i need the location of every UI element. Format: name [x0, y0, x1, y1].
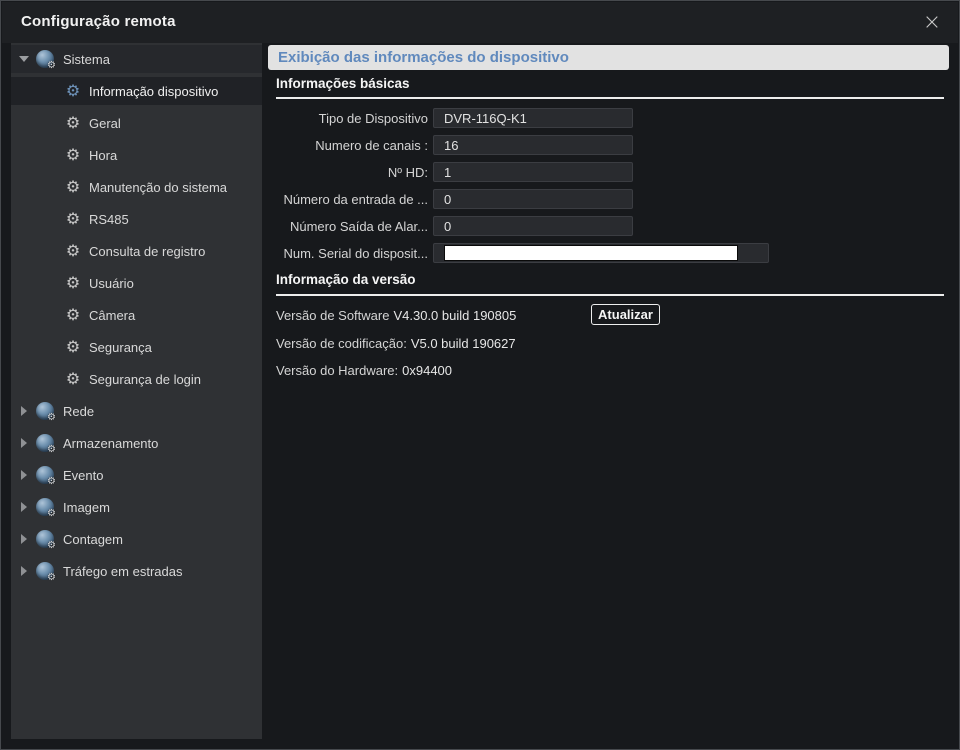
- category-globe-gear-icon: ⚙: [36, 434, 54, 452]
- section-divider: [276, 294, 944, 296]
- version-label: Versão do Hardware:: [276, 363, 398, 378]
- sidebar-item-rede[interactable]: ⚙ Rede: [11, 397, 262, 425]
- sidebar-item-imagem[interactable]: ⚙ Imagem: [11, 493, 262, 521]
- sidebar-item-label: Rede: [63, 404, 94, 419]
- version-label: Versão de codificação:: [276, 336, 407, 351]
- field-device-type: Tipo de Dispositivo DVR-116Q-K1: [276, 108, 949, 128]
- sidebar-item-label: Contagem: [63, 532, 123, 547]
- sidebar-item-hora[interactable]: ⚙ Hora: [11, 141, 262, 169]
- close-icon[interactable]: ×: [918, 7, 946, 37]
- category-globe-gear-icon: ⚙: [36, 402, 54, 420]
- gear-icon: ⚙: [63, 83, 83, 99]
- sidebar-item-seguranca-login[interactable]: ⚙ Segurança de login: [11, 365, 262, 393]
- sidebar-item-label: Sistema: [63, 52, 110, 67]
- chevron-right-icon[interactable]: [21, 502, 27, 512]
- sidebar-item-label: Imagem: [63, 500, 110, 515]
- title-bar: Configuração remota ×: [2, 2, 958, 43]
- category-globe-gear-icon: ⚙: [36, 50, 54, 68]
- field-label: Num. Serial do disposit...: [276, 246, 428, 261]
- sidebar-item-label: Evento: [63, 468, 103, 483]
- sidebar-item-label: Usuário: [89, 276, 134, 291]
- version-label: Versão de Software: [276, 308, 389, 323]
- sidebar-item-trafego-estradas[interactable]: ⚙ Tráfego em estradas: [11, 557, 262, 585]
- row-software-version: Versão de Software V4.30.0 build 190805 …: [276, 305, 949, 325]
- sidebar-item-contagem[interactable]: ⚙ Contagem: [11, 525, 262, 553]
- sidebar-item-consulta-registro[interactable]: ⚙ Consulta de registro: [11, 237, 262, 265]
- encoding-version-value: V5.0 build 190627: [411, 336, 516, 351]
- field-label: Numero de canais :: [276, 138, 428, 153]
- alarm-input-count-field: 0: [433, 189, 633, 209]
- field-alarm-output-count: Número Saída de Alar... 0: [276, 216, 949, 236]
- sidebar-item-label: Segurança de login: [89, 372, 201, 387]
- sidebar-item-seguranca[interactable]: ⚙ Segurança: [11, 333, 262, 361]
- sidebar-item-rs485[interactable]: ⚙ RS485: [11, 205, 262, 233]
- chevron-right-icon[interactable]: [21, 438, 27, 448]
- field-channel-count: Numero de canais : 16: [276, 135, 949, 155]
- sidebar-item-manutencao[interactable]: ⚙ Manutenção do sistema: [11, 173, 262, 201]
- gear-icon: ⚙: [63, 179, 83, 195]
- sidebar-item-armazenamento[interactable]: ⚙ Armazenamento: [11, 429, 262, 457]
- gear-icon: ⚙: [63, 371, 83, 387]
- category-globe-gear-icon: ⚙: [36, 498, 54, 516]
- sidebar-item-label: Consulta de registro: [89, 244, 205, 259]
- sidebar-item-label: Tráfego em estradas: [63, 564, 182, 579]
- sidebar-item-label: Armazenamento: [63, 436, 158, 451]
- software-version-value: V4.30.0 build 190805: [393, 308, 516, 323]
- sidebar-item-label: Segurança: [89, 340, 152, 355]
- serial-redaction-box: [444, 245, 738, 261]
- field-label: Nº HD:: [276, 165, 428, 180]
- sidebar-item-informacao-dispositivo[interactable]: ⚙ Informação dispositivo: [11, 77, 262, 105]
- gear-icon: ⚙: [63, 243, 83, 259]
- window-title: Configuração remota: [21, 13, 176, 30]
- gear-icon: ⚙: [63, 339, 83, 355]
- category-globe-gear-icon: ⚙: [36, 466, 54, 484]
- device-info-panel: Exibição das informações do dispositivo …: [268, 43, 949, 739]
- section-title-version-info: Informação da versão: [276, 272, 416, 287]
- gear-icon: ⚙: [63, 211, 83, 227]
- alarm-output-count-field: 0: [433, 216, 633, 236]
- sidebar-item-label: Informação dispositivo: [89, 84, 218, 99]
- row-hardware-version: Versão do Hardware: 0x94400: [276, 360, 949, 380]
- field-serial-number: Num. Serial do disposit...: [276, 243, 949, 263]
- field-alarm-input-count: Número da entrada de ... 0: [276, 189, 949, 209]
- sidebar-item-geral[interactable]: ⚙ Geral: [11, 109, 262, 137]
- device-type-field: DVR-116Q-K1: [433, 108, 633, 128]
- chevron-right-icon[interactable]: [21, 534, 27, 544]
- row-encoding-version: Versão de codificação: V5.0 build 190627: [276, 333, 949, 353]
- section-divider: [276, 97, 944, 99]
- sidebar-item-label: RS485: [89, 212, 129, 227]
- gear-icon: ⚙: [63, 275, 83, 291]
- category-globe-gear-icon: ⚙: [36, 530, 54, 548]
- chevron-right-icon[interactable]: [21, 470, 27, 480]
- gear-icon: ⚙: [63, 147, 83, 163]
- update-button[interactable]: Atualizar: [591, 304, 660, 325]
- chevron-down-icon[interactable]: [19, 56, 29, 62]
- chevron-right-icon[interactable]: [21, 406, 27, 416]
- sidebar-item-sistema[interactable]: ⚙ Sistema: [11, 45, 262, 73]
- sidebar-item-label: Manutenção do sistema: [89, 180, 227, 195]
- field-label: Tipo de Dispositivo: [276, 111, 428, 126]
- remote-config-window: Configuração remota × ⚙ Sistema ⚙ Inform…: [0, 0, 960, 750]
- gear-icon: ⚙: [63, 307, 83, 323]
- section-title-basic-info: Informações básicas: [276, 76, 410, 91]
- gear-icon: ⚙: [63, 115, 83, 131]
- sidebar-item-evento[interactable]: ⚙ Evento: [11, 461, 262, 489]
- chevron-right-icon[interactable]: [21, 566, 27, 576]
- field-label: Número Saída de Alar...: [276, 219, 428, 234]
- sidebar-item-label: Câmera: [89, 308, 135, 323]
- settings-tree: ⚙ Sistema ⚙ Informação dispositivo ⚙ Ger…: [11, 43, 262, 739]
- sidebar-item-usuario[interactable]: ⚙ Usuário: [11, 269, 262, 297]
- category-globe-gear-icon: ⚙: [36, 562, 54, 580]
- page-title: Exibição das informações do dispositivo: [268, 45, 949, 70]
- sidebar-item-label: Hora: [89, 148, 117, 163]
- serial-number-field: [433, 243, 769, 263]
- channel-count-field: 16: [433, 135, 633, 155]
- field-hd-count: Nº HD: 1: [276, 162, 949, 182]
- field-label: Número da entrada de ...: [276, 192, 428, 207]
- hd-count-field: 1: [433, 162, 633, 182]
- sidebar-item-camera[interactable]: ⚙ Câmera: [11, 301, 262, 329]
- hardware-version-value: 0x94400: [402, 363, 452, 378]
- sidebar-item-label: Geral: [89, 116, 121, 131]
